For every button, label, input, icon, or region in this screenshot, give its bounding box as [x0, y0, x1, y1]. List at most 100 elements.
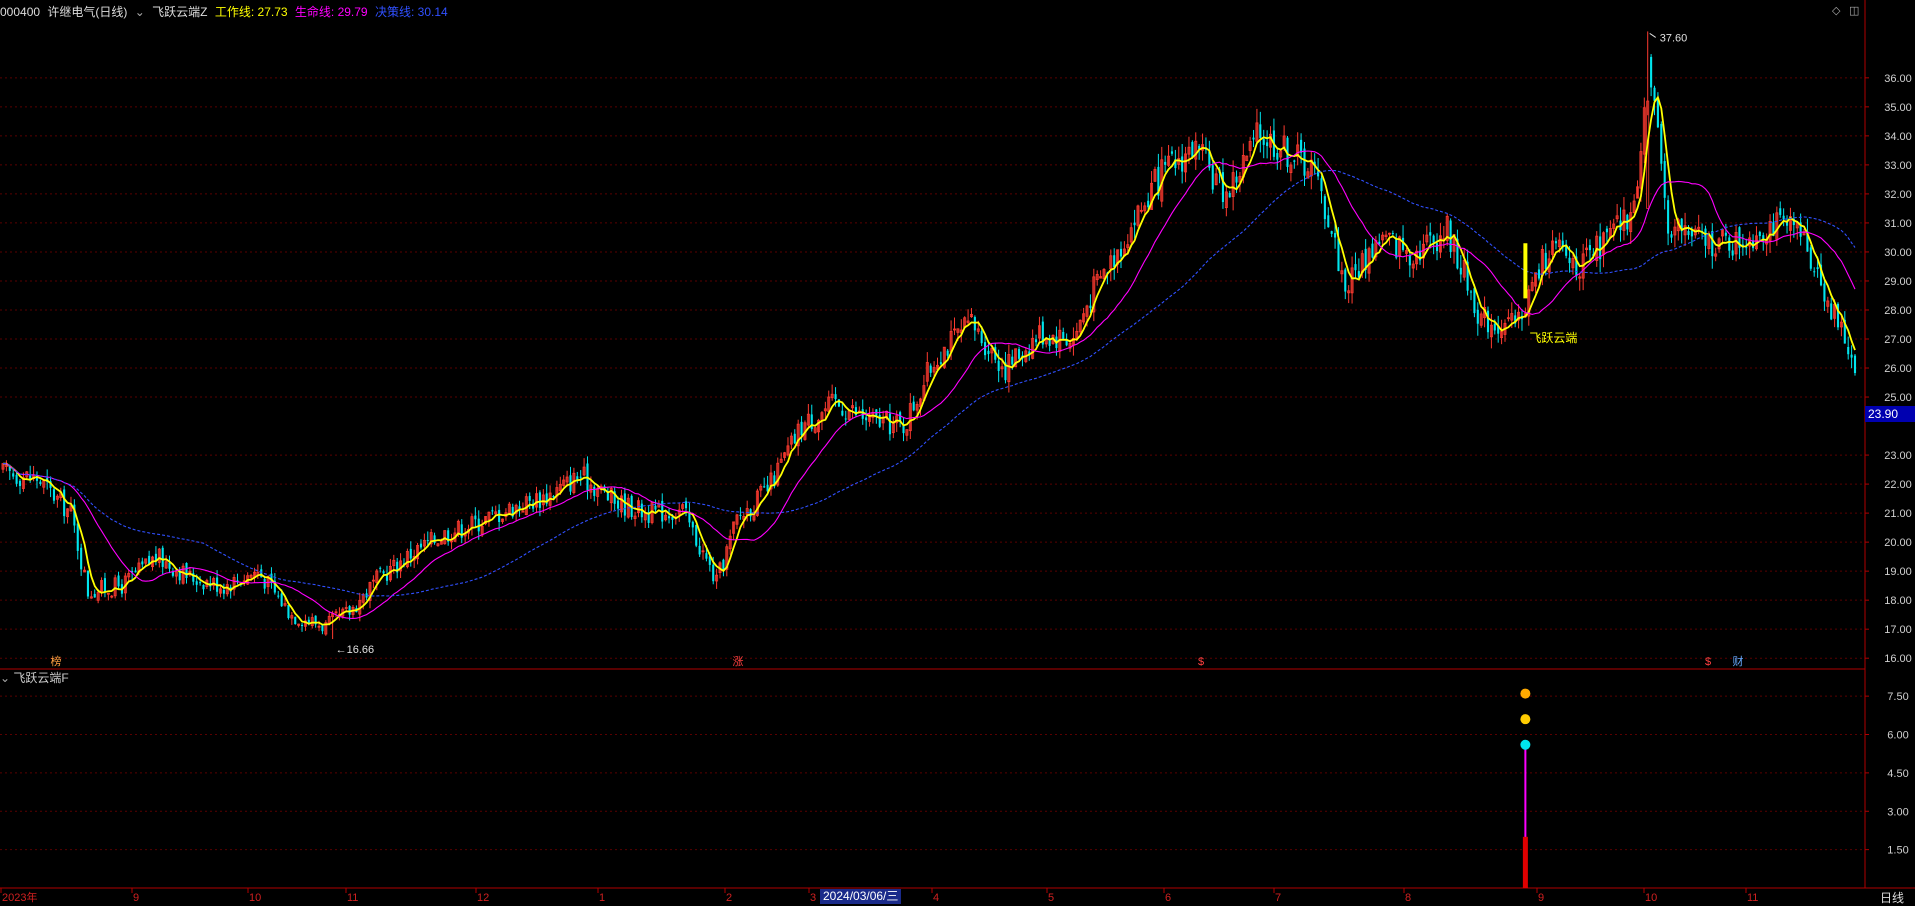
panel-toggle-icon[interactable]: ◫ [1849, 4, 1859, 17]
candle-body [1670, 234, 1673, 238]
candle-body [1667, 200, 1670, 234]
candle-body [1170, 151, 1174, 154]
y-tick-label: 21.00 [1884, 508, 1912, 520]
sub-indicator-header: ⌄ 飞跃云端F [0, 669, 69, 686]
candle-body [528, 495, 531, 501]
x-tick-label: 4 [933, 892, 939, 904]
y-tick-label: 18.00 [1884, 595, 1912, 607]
candle-body [409, 548, 412, 559]
candle-body [1133, 222, 1136, 226]
candle-body [1473, 288, 1476, 314]
candle-body [1663, 161, 1666, 198]
candle-body [1113, 255, 1116, 267]
candle-body [929, 365, 932, 373]
candle-body [103, 578, 106, 593]
candle-body [1650, 56, 1653, 88]
signal-value-bar [1522, 836, 1528, 888]
x-tick-label: 9 [133, 892, 139, 904]
candle-body [1017, 349, 1021, 359]
low-price-label: ←16.66 [336, 644, 375, 656]
candle-body [300, 624, 304, 627]
candle-body [1816, 267, 1819, 270]
candle-body [654, 505, 657, 510]
crosshair-date: 2024/03/06/三 [820, 889, 902, 904]
candle-body [1605, 228, 1608, 233]
candles [1, 31, 1857, 640]
candle-body [1432, 235, 1435, 243]
candle-body [1354, 264, 1357, 271]
candle-body [1300, 139, 1303, 153]
candle-body [1262, 139, 1265, 145]
candle-body [623, 493, 626, 516]
candle-body [1745, 247, 1748, 249]
candle-body [1293, 160, 1296, 162]
y-tick-label: 7.50 [1887, 691, 1908, 703]
candle-body [426, 540, 429, 542]
money-bag-icon [1520, 688, 1531, 699]
candle-body [491, 510, 494, 512]
candle-body [321, 625, 324, 632]
candle-body [1164, 161, 1167, 165]
collapse-icon[interactable]: ⌄ [0, 671, 10, 685]
candle-body [294, 616, 297, 624]
candle-body [997, 360, 1000, 371]
candle-body [141, 561, 144, 565]
y-tick-label: 32.00 [1884, 189, 1912, 201]
ma-line-work [2, 95, 1856, 626]
butterfly-icon [1520, 739, 1531, 750]
x-tick-label: 2023年 [2, 890, 37, 904]
candle-body [1395, 238, 1398, 258]
candle-body [80, 547, 83, 570]
candle-body [1660, 123, 1663, 164]
indicator-name[interactable]: 飞跃云端Z [152, 5, 207, 19]
candle-body [1449, 220, 1452, 253]
y-tick-label: 19.00 [1884, 566, 1912, 578]
sub-indicator-name[interactable]: 飞跃云端F [13, 671, 68, 685]
collapse-icon[interactable]: ⌄ [135, 5, 145, 19]
y-tick-label: 28.00 [1884, 305, 1912, 317]
y-tick-label: 30.00 [1884, 247, 1912, 259]
signal-label: 飞跃云端 [1529, 331, 1577, 345]
candle-body [76, 523, 79, 551]
candle-body [973, 317, 976, 331]
candle-body [1266, 142, 1269, 147]
stock-chart[interactable]: 16.0017.0018.0019.0020.0021.0022.0023.00… [0, 0, 1915, 904]
candle-body [579, 476, 582, 478]
candle-body [698, 545, 701, 555]
candle-body [1337, 238, 1340, 272]
candle-body [1830, 303, 1833, 320]
candle-body [1704, 228, 1707, 246]
candle-body [1089, 305, 1092, 308]
decision-line-value: 30.14 [417, 5, 448, 19]
y-tick-label: 25.00 [1884, 392, 1912, 404]
ma-line-life [2, 150, 1856, 620]
y-tick-label: 27.00 [1884, 334, 1912, 346]
y-tick-label: 3.00 [1887, 806, 1908, 818]
candle-body [1653, 87, 1656, 101]
x-tick-label: 7 [1275, 892, 1281, 904]
candle-body [86, 570, 90, 597]
y-tick-label: 31.00 [1884, 218, 1912, 230]
event-marker: $ [1198, 656, 1204, 668]
candle-body [1371, 243, 1374, 258]
high-price-label: 37.60 [1660, 32, 1688, 44]
candle-body [474, 515, 477, 520]
diamond-icon[interactable]: ◇ [1832, 4, 1840, 17]
y-tick-label: 4.50 [1887, 768, 1908, 780]
y-tick-label: 35.00 [1884, 102, 1912, 114]
candle-body [1469, 291, 1473, 293]
x-tick-label: 11 [1747, 892, 1758, 904]
x-tick-label: 11 [347, 892, 358, 904]
candle-body [263, 578, 266, 589]
candle-body [63, 489, 66, 517]
y-tick-label: 34.00 [1884, 131, 1912, 143]
candle-body [1429, 232, 1432, 236]
candle-body [1228, 192, 1231, 198]
y-tick-label: 20.00 [1884, 537, 1912, 549]
candle-body [222, 589, 225, 594]
work-line-value: 27.73 [257, 5, 288, 19]
candle-body [379, 567, 382, 569]
candle-body [793, 433, 796, 444]
candle-body [888, 413, 891, 435]
period-label[interactable]: 日线 [1880, 889, 1904, 906]
